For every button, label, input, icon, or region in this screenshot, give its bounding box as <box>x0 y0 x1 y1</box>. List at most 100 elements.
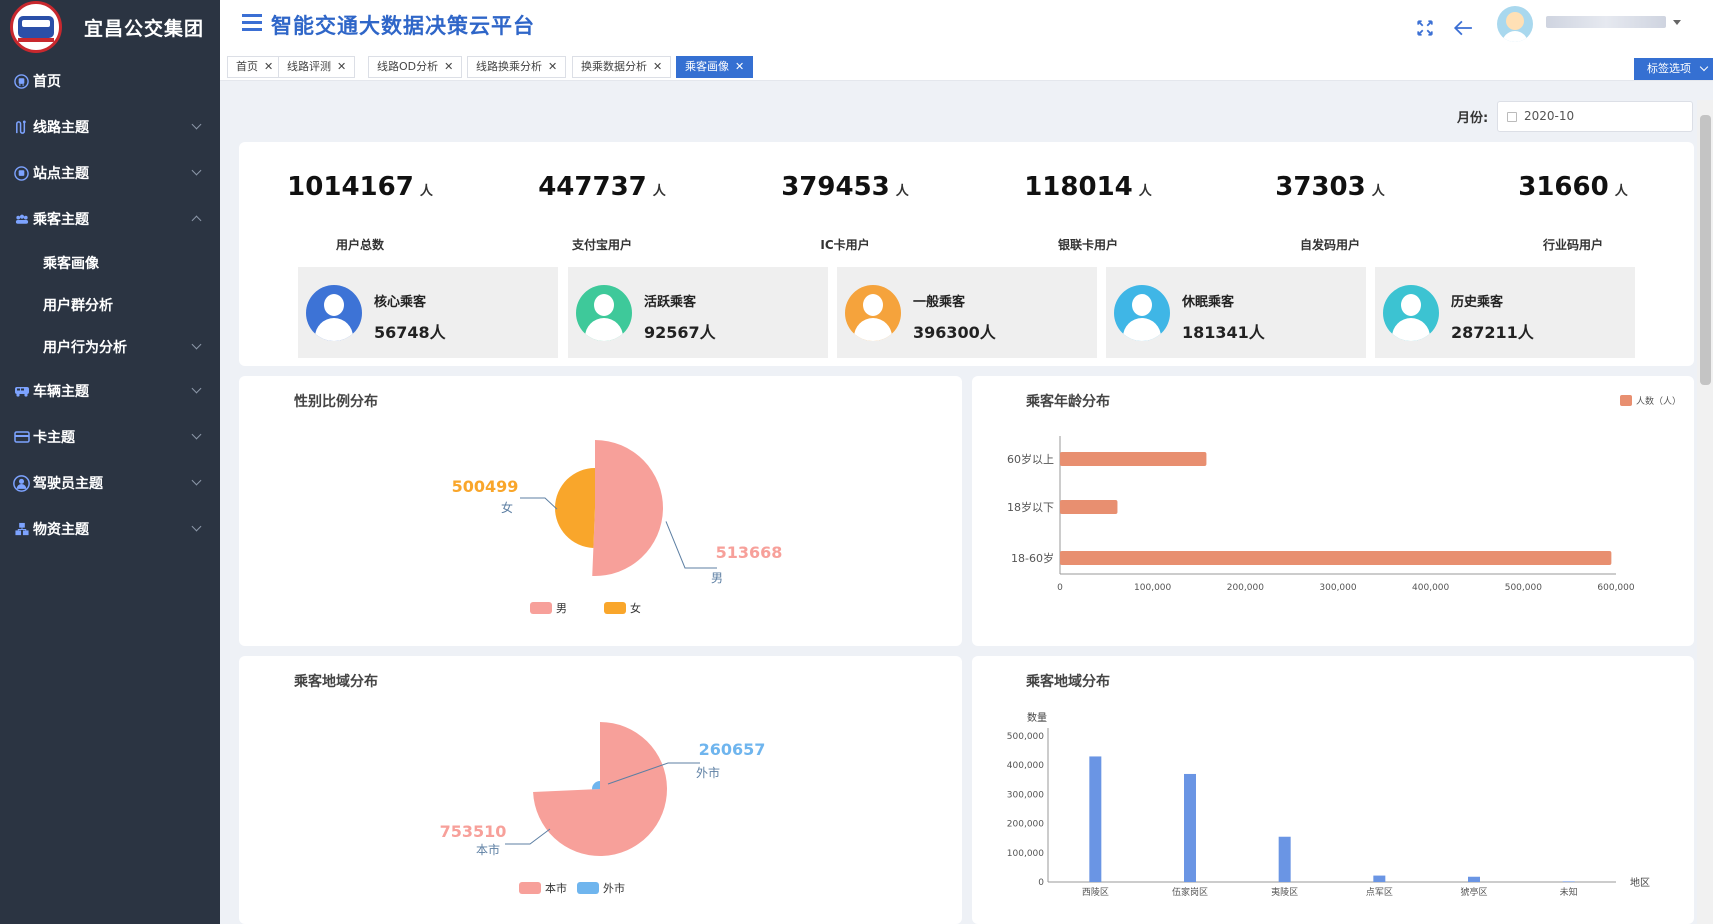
y-axis-title: 数量 <box>1027 711 1047 724</box>
sidebar-item-label: 物资主题 <box>33 522 89 538</box>
close-icon[interactable]: ✕ <box>337 60 346 73</box>
close-icon[interactable]: ✕ <box>548 60 557 73</box>
label-leader-line <box>520 497 558 510</box>
sidebar-item-routes[interactable]: 线路主题 <box>0 104 220 150</box>
stat-label: IC卡用户 <box>820 238 870 252</box>
close-icon[interactable]: ✕ <box>653 60 662 73</box>
tab-options-button[interactable]: 标签选项 <box>1634 58 1713 80</box>
hamburger-menu-icon[interactable] <box>242 14 262 31</box>
age-bar-chart: 0 100,000 200,000 300,000 400,000 500,000 600,… <box>1007 395 1681 593</box>
x-tick-label: 200,000 <box>1227 583 1264 593</box>
pie-slice-non-local <box>592 781 600 790</box>
stat-industry-code-users: 31660 人行业码用户 <box>1473 172 1673 252</box>
avatar[interactable] <box>1497 6 1533 42</box>
back-arrow-icon[interactable] <box>1453 18 1473 42</box>
region-pie-chart: 260657外市753510本市本市 外市 <box>440 722 765 895</box>
close-icon[interactable]: ✕ <box>444 60 453 73</box>
passenger-type-active: 活跃乘客 92567人 <box>568 267 828 358</box>
stat-label: 支付宝用户 <box>571 238 632 252</box>
sidebar-item-drivers[interactable]: 驾驶员主题 <box>0 460 220 506</box>
sidebar-item-label: 卡主题 <box>33 430 75 446</box>
legend-label: 女 <box>630 601 641 615</box>
region-bar-chart: 数量地区 0 100,000 200,000 300,000 400,000 500,000… <box>1007 711 1650 898</box>
tab-transfer-data-analysis[interactable]: 换乘数据分析 ✕ <box>572 56 672 78</box>
chevron-down-icon <box>191 475 202 486</box>
sidebar-item-stations[interactable]: 站点主题 <box>0 150 220 196</box>
bus-icon <box>13 73 30 90</box>
y-tick-label: 60岁以上 <box>1007 452 1054 466</box>
sidebar-item-label: 驾驶员主题 <box>33 476 103 492</box>
tab-route-evaluation[interactable]: 线路评测 ✕ <box>278 56 356 78</box>
card-icon <box>13 429 30 446</box>
bar-4 <box>1468 876 1480 882</box>
x-tick-label: 400,000 <box>1412 583 1449 593</box>
chevron-up-icon <box>191 215 202 226</box>
passenger-type-name: 一般乘客 <box>913 295 966 310</box>
sidebar-subitem-passenger-profile[interactable]: 乘客画像 <box>0 242 220 284</box>
y-tick-label: 200,000 <box>1007 820 1044 830</box>
label-leader-line <box>505 828 551 845</box>
stat-label: 银联卡用户 <box>1057 238 1118 252</box>
sidebar-subitem-user-group-analysis[interactable]: 用户群分析 <box>0 284 220 326</box>
close-icon[interactable]: ✕ <box>735 60 744 73</box>
x-tick-label: 猇亭区 <box>1460 886 1487 898</box>
passenger-type-general: 一般乘客 396300人 <box>837 267 1097 358</box>
logo: 宜昌公交集团 <box>0 0 220 54</box>
stat-self-code-users: 37303 人自发码用户 <box>1230 172 1430 252</box>
sidebar-item-supplies[interactable]: 物资主题 <box>0 506 220 552</box>
stat-alipay-users: 447737 人支付宝用户 <box>502 172 702 252</box>
passenger-type-name: 休眠乘客 <box>1182 295 1235 310</box>
sidebar-item-cards[interactable]: 卡主题 <box>0 414 220 460</box>
sidebar-item-home[interactable]: 首页 <box>0 58 220 104</box>
sidebar-item-vehicles[interactable]: 车辆主题 <box>0 368 220 414</box>
tab-route-transfer-analysis[interactable]: 线路换乘分析 ✕ <box>467 56 567 78</box>
passenger-type-count: 92567人 <box>644 323 716 342</box>
stat-unit: 人 <box>1371 184 1385 199</box>
tab-label: 线路换乘分析 <box>476 60 542 73</box>
legend-label: 外市 <box>603 881 625 895</box>
caret-down-icon[interactable] <box>1673 20 1681 25</box>
stat-total-users: 1014167 人用户总数 <box>260 172 460 252</box>
pie-slice-female <box>554 468 595 548</box>
stat-unit: 人 <box>1138 184 1152 199</box>
scrollbar-thumb[interactable] <box>1700 115 1711 385</box>
stat-value: 447737 <box>538 172 647 202</box>
y-tick-label: 400,000 <box>1007 761 1044 771</box>
username-placeholder[interactable] <box>1546 16 1666 28</box>
bar-2 <box>1278 836 1291 882</box>
stat-value: 31660 <box>1518 172 1609 202</box>
vehicle-icon <box>13 383 30 400</box>
bus-logo-icon <box>10 1 62 53</box>
sidebar-subitem-label: 用户群分析 <box>43 298 113 314</box>
tab-route-od-analysis[interactable]: 线路OD分析 ✕ <box>368 56 463 78</box>
tab-home[interactable]: 首页 ✕ <box>227 56 283 78</box>
x-axis-title: 地区 <box>1630 876 1650 889</box>
legend-swatch <box>530 602 552 614</box>
legend-label: 本市 <box>545 881 567 895</box>
x-tick-label: 300,000 <box>1319 583 1356 593</box>
sidebar-item-passengers[interactable]: 乘客主题 <box>0 196 220 242</box>
data-label-male: 513668 <box>716 543 783 562</box>
bar-1 <box>1060 500 1118 514</box>
close-icon[interactable]: ✕ <box>264 60 273 73</box>
y-tick-label: 100,000 <box>1007 849 1044 859</box>
bar-1 <box>1184 773 1196 882</box>
legend-swatch <box>1620 395 1632 406</box>
sidebar-item-label: 乘客主题 <box>33 212 89 228</box>
pie-slice-local <box>533 722 667 856</box>
tab-passenger-profile[interactable]: 乘客画像 ✕ <box>676 56 754 78</box>
route-icon <box>13 119 30 136</box>
month-picker-input[interactable]: 2020-10 <box>1497 101 1693 132</box>
passenger-type-name: 活跃乘客 <box>644 295 697 310</box>
driver-icon <box>13 474 30 492</box>
slice-name-male: 男 <box>711 571 723 585</box>
month-filter-label: 月份: <box>1457 111 1489 126</box>
sidebar-subitem-user-behavior-analysis[interactable]: 用户行为分析 <box>0 326 220 368</box>
stat-unionpay-users: 118014 人银联卡用户 <box>988 172 1188 252</box>
sidebar-item-label: 线路主题 <box>33 120 89 136</box>
slice-name-local: 本市 <box>476 842 500 857</box>
bar-0 <box>1060 452 1207 466</box>
fullscreen-icon[interactable] <box>1416 18 1434 42</box>
bar-2 <box>1060 551 1612 565</box>
page-title: 智能交通大数据决策云平台 <box>271 14 535 38</box>
